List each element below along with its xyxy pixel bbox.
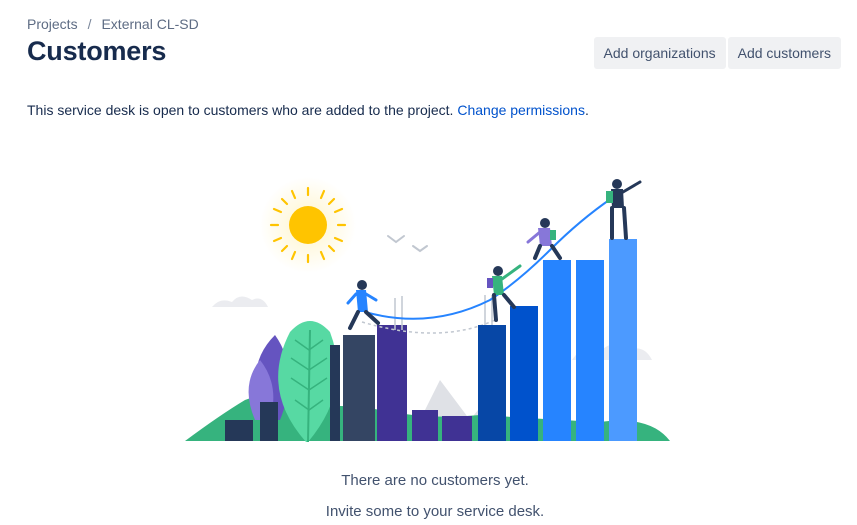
empty-state-illustration [185, 177, 670, 443]
change-permissions-link[interactable]: Change permissions [457, 102, 585, 118]
sun-icon [260, 177, 356, 273]
permissions-notice-text: This service desk is open to customers w… [27, 102, 454, 118]
add-organizations-button[interactable]: Add organizations [593, 37, 726, 69]
climber-icon [346, 280, 380, 330]
permissions-notice-suffix: . [584, 102, 589, 118]
breadcrumb-item-project[interactable]: External CL-SD [101, 16, 198, 32]
header-actions: Add organizations Add customers [593, 37, 841, 69]
breadcrumb-separator: / [87, 16, 92, 32]
add-customers-button[interactable]: Add customers [727, 37, 841, 69]
permissions-notice: This service desk is open to customers w… [27, 102, 589, 118]
empty-state-subtitle: Invite some to your service desk. [325, 503, 545, 520]
climber-icon [526, 218, 562, 260]
climber-icon [606, 179, 642, 240]
empty-state-title: There are no customers yet. [341, 472, 529, 489]
page-title: Customers [27, 36, 167, 66]
breadcrumb: Projects / External CL-SD [27, 16, 199, 32]
cloud-icon [212, 296, 268, 307]
birds-icon [387, 235, 428, 253]
breadcrumb-item-projects[interactable]: Projects [27, 16, 78, 32]
